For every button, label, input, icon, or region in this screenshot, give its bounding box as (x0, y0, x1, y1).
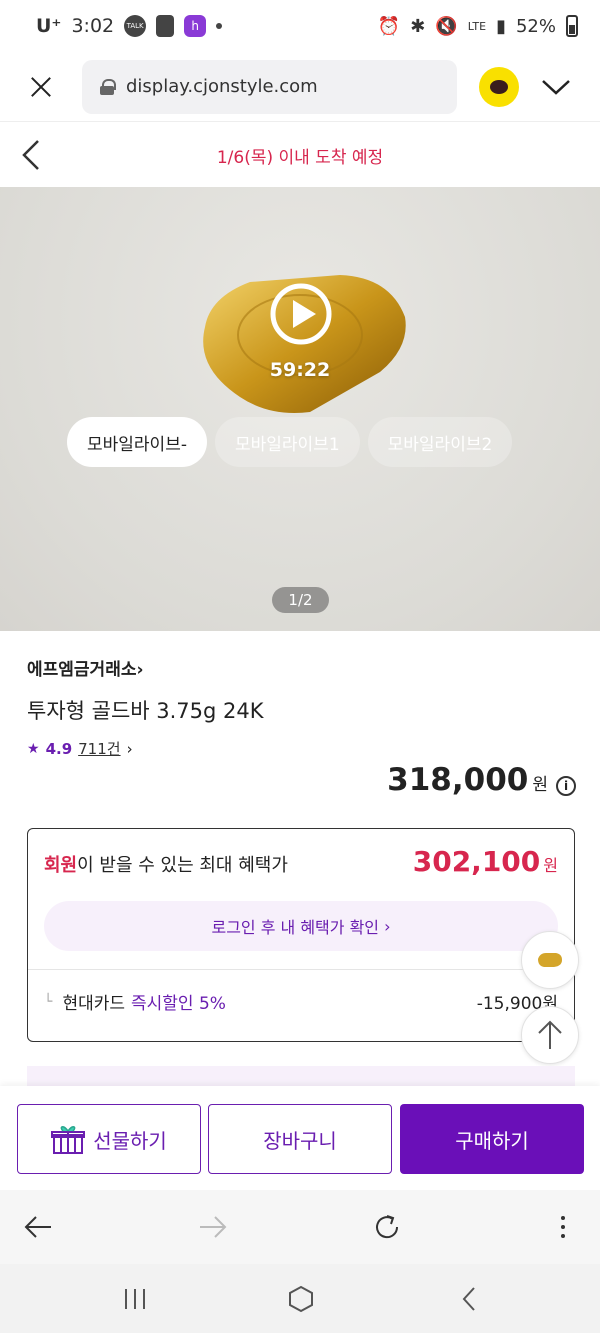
review-count[interactable]: 711건 (78, 738, 120, 759)
login-benefit-button[interactable]: 로그인 후 내 혜택가 확인 › (44, 901, 558, 951)
recent-apps-icon[interactable] (120, 1284, 150, 1314)
bluetooth-icon: ✱ (410, 15, 426, 37)
purchase-action-bar: 선물하기 장바구니 구매하기 (0, 1086, 600, 1190)
benefit-price: 302,100 원 (413, 845, 558, 878)
card-label: 현대카드 (62, 994, 125, 1014)
gift-label: 선물하기 (93, 1128, 167, 1153)
delivery-header: 1/6(목) 이내 도착 예정 (0, 123, 600, 187)
divider (28, 969, 574, 970)
url-text: display.cjonstyle.com (126, 76, 318, 97)
back-chevron-icon[interactable] (18, 137, 50, 173)
chevron-right-icon: › (136, 660, 144, 680)
browser-nav-bar (0, 1190, 600, 1264)
chevron-right-icon: › (126, 739, 133, 758)
rating-score: 4.9 (45, 739, 73, 758)
cart-button[interactable]: 장바구니 (208, 1104, 392, 1174)
signal-icon: ▮ (496, 15, 506, 37)
play-icon[interactable] (270, 283, 332, 345)
scroll-top-button[interactable] (521, 1006, 579, 1064)
benefit-box: 회원이 받을 수 있는 최대 혜택가 302,100 원 로그인 후 내 혜택가… (27, 828, 575, 1042)
home-icon[interactable] (286, 1284, 316, 1314)
product-video-hero[interactable]: 59:22 모바일라이브- 모바일라이브1 모바일라이브2 1/2 (0, 187, 600, 631)
benefit-price-amount: 302,100 (412, 845, 541, 878)
product-title: 투자형 골드바 3.75g 24K (27, 699, 264, 723)
card-discount-row[interactable]: └ 현대카드 즉시할인 5% -15,900원 (44, 989, 558, 1015)
chat-bubble-icon (490, 79, 508, 94)
info-icon[interactable]: i (556, 776, 576, 796)
kakaotalk-notification-icon: TALK (124, 15, 147, 37)
status-time: 3:02 (71, 15, 115, 37)
chevron-down-icon[interactable] (541, 72, 571, 102)
status-bar: U⁺ 3:02 TALK h ⏰ ✱ 🔇 LTE ▮ 52% (0, 0, 600, 52)
browser-url-bar: display.cjonstyle.com (0, 52, 600, 122)
browser-back-icon[interactable] (23, 1212, 53, 1242)
benefit-title-highlight: 회원 (44, 855, 78, 876)
delivery-estimate: 1/6(목) 이내 도착 예정 (216, 147, 384, 168)
carrier-label: U⁺ (36, 15, 62, 37)
benefit-title-rest: 이 받을 수 있는 최대 혜택가 (77, 855, 288, 876)
price-currency: 원 (532, 775, 548, 795)
gift-icon (51, 1126, 86, 1154)
cart-label: 장바구니 (263, 1128, 337, 1153)
kakao-share-button[interactable] (479, 66, 519, 107)
buy-button[interactable]: 구매하기 (400, 1104, 584, 1174)
price-row: 318,000 원 i (387, 762, 576, 798)
alarm-icon: ⏰ (377, 15, 401, 37)
elbow-icon: └ (44, 993, 53, 1010)
lock-icon (100, 78, 116, 95)
login-benefit-label: 로그인 후 내 혜택가 확인 (211, 918, 380, 937)
star-icon: ★ (27, 740, 40, 757)
live-tabs: 모바일라이브- 모바일라이브1 모바일라이브2 (67, 417, 513, 467)
live-tab-2[interactable]: 모바일라이브2 (367, 417, 513, 467)
more-notifications-icon (216, 23, 223, 29)
rating-row[interactable]: ★ 4.9 711건 › (27, 738, 133, 759)
gold-bar-thumbnail-icon (538, 953, 562, 967)
page-indicator: 1/2 (272, 587, 329, 613)
brand-link[interactable]: 에프엠금거래소› (27, 655, 144, 680)
url-field[interactable]: display.cjonstyle.com (82, 59, 457, 114)
buy-label: 구매하기 (455, 1128, 529, 1153)
browser-forward-icon[interactable] (198, 1212, 228, 1242)
gift-button[interactable]: 선물하기 (17, 1104, 201, 1174)
video-duration: 59:22 (269, 359, 331, 381)
battery-percent: 52% (515, 15, 556, 37)
chevron-right-icon: › (379, 916, 391, 936)
close-icon[interactable] (20, 67, 60, 107)
benefit-title: 회원이 받을 수 있는 최대 혜택가 (44, 851, 288, 877)
brand-name: 에프엠금거래소 (27, 660, 137, 680)
card-discount: 즉시할인 5% (131, 994, 226, 1014)
benefit-price-currency: 원 (543, 856, 558, 875)
arrow-up-icon (538, 1020, 562, 1049)
live-tab-0[interactable]: 모바일라이브- (67, 417, 207, 467)
more-vertical-icon[interactable] (548, 1212, 578, 1242)
phone-notification-icon (156, 15, 175, 37)
refresh-icon[interactable] (372, 1212, 402, 1242)
network-type: LTE (467, 19, 487, 33)
product-price: 318,000 (387, 762, 529, 798)
system-nav-bar (0, 1264, 600, 1333)
live-tab-1[interactable]: 모바일라이브1 (214, 417, 360, 467)
recent-product-button[interactable] (521, 931, 579, 989)
app-notification-icon: h (184, 15, 207, 37)
mute-icon: 🔇 (435, 15, 458, 37)
battery-icon (566, 15, 578, 37)
system-back-icon[interactable] (455, 1284, 485, 1314)
